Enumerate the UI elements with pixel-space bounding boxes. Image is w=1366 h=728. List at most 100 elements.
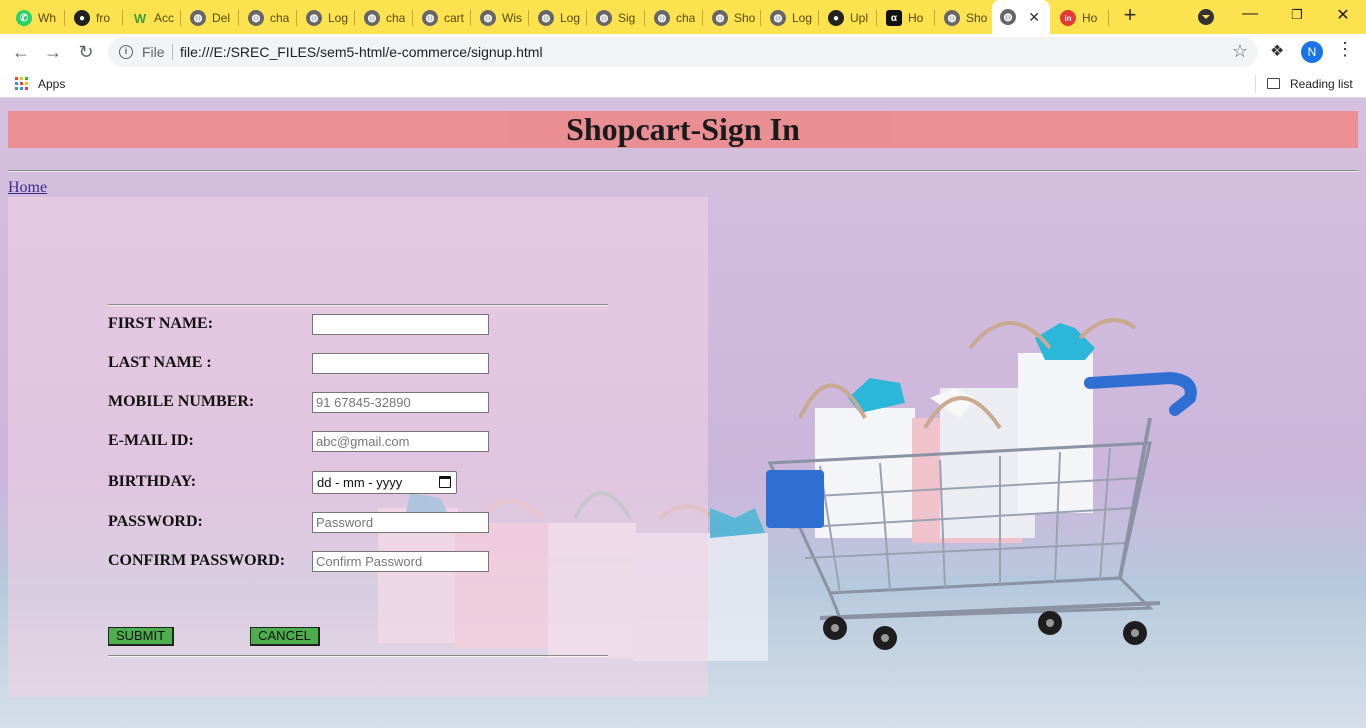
info-icon[interactable]: i [119,45,133,59]
tab-strip: ✆ Wh ● fro W Acc ◍ Del ◍ cha ◍ Log ◍ cha ◍ cart … [0,0,1366,34]
tab-8[interactable]: ◍ Wis [472,6,529,30]
tab-15[interactable]: α Ho [878,6,935,30]
email-row: E-MAIL ID: [108,430,489,452]
tab-label: Log [328,11,349,25]
tab-label: Acc [154,11,175,25]
globe-icon: ◍ [654,10,670,26]
tab-search-icon[interactable] [1198,9,1214,25]
password-row: PASSWORD: [108,511,489,533]
globe-icon: ◍ [1000,9,1016,25]
page-title: Shopcart-Sign In [566,111,800,147]
tab-label: Sig [618,11,636,25]
close-tab-icon[interactable]: ✕ [1028,9,1040,26]
password-input[interactable] [312,511,489,533]
tab-10[interactable]: ◍ Sig [588,6,645,30]
last-name-input[interactable] [312,352,489,374]
reading-list-icon[interactable] [1267,78,1280,89]
back-icon[interactable]: ← [9,40,33,64]
tab-0[interactable]: ✆ Wh [8,6,65,30]
last-name-row: LAST NAME : [108,352,489,374]
page-viewport: Shopcart-Sign In Home FIRST NAME: LAST N… [0,98,1366,728]
first-name-label: FIRST NAME: [108,315,214,332]
globe-icon: ◍ [364,10,380,26]
address-bar[interactable]: i File file:///E:/SREC_FILES/sem5-html/e… [108,37,1258,67]
first-name-input[interactable] [312,313,489,335]
confirm-password-input[interactable] [312,550,489,572]
restore-icon[interactable]: ❐ [1285,7,1309,23]
tab-active[interactable]: ◍ ✕ [992,0,1050,34]
tab-7[interactable]: ◍ cart [414,6,471,30]
tab-label: Ho [908,11,924,25]
birthday-date-input[interactable]: dd - mm - yyyy [312,470,457,494]
calendar-icon[interactable] [439,475,451,488]
globe-icon: ◍ [306,10,322,26]
tab-label: Log [792,11,813,25]
mobile-number-row: MOBILE NUMBER: [108,391,489,413]
tab-label: Sho [734,11,756,25]
cancel-button[interactable]: CANCEL [250,627,320,646]
alpha-icon: α [886,10,902,26]
tab-1[interactable]: ● fro [66,6,123,30]
tab-6[interactable]: ◍ cha [356,6,413,30]
apps-grid-icon[interactable] [15,77,28,90]
tab-16[interactable]: ◍ Sho [936,6,993,30]
globe-icon: ◍ [248,10,264,26]
w-logo-icon: W [133,10,147,26]
last-name-label: LAST NAME : [108,354,212,371]
url-text[interactable]: file:///E:/SREC_FILES/sem5-html/e-commer… [180,44,543,60]
reading-list-button[interactable]: Reading list [1290,77,1353,91]
tab-label: Del [212,11,231,25]
globe-icon: ◍ [712,10,728,26]
tab-18[interactable]: in Ho [1052,6,1109,30]
reload-icon[interactable]: ↻ [74,40,98,64]
tab-label: Log [560,11,581,25]
submit-button[interactable]: SUBMIT [108,627,174,646]
birthday-row: BIRTHDAY: dd - mm - yyyy [108,470,457,494]
forward-icon[interactable]: → [41,40,65,64]
tab-5[interactable]: ◍ Log [298,6,355,30]
tab-label: Wh [38,11,56,25]
confirm-password-label: CONFIRM PASSWORD: [108,552,286,569]
mobile-number-input[interactable] [312,391,489,413]
header-divider [8,170,1358,172]
email-label: E-MAIL ID: [108,432,194,449]
whatsapp-icon: ✆ [16,10,32,26]
github-icon: ● [74,10,90,26]
browser-toolbar: ← → ↻ i File file:///E:/SREC_FILES/sem5-… [0,34,1366,70]
extensions-puzzle-icon[interactable]: ❖ [1270,41,1284,61]
apps-bookmark[interactable]: Apps [38,77,65,91]
in-icon: in [1060,10,1076,26]
kebab-menu-icon[interactable]: ⋮ [1336,39,1354,60]
mobile-number-label: MOBILE NUMBER: [108,393,255,410]
bookmark-star-icon[interactable]: ☆ [1232,41,1248,62]
tab-14[interactable]: ● Upl [820,6,877,30]
profile-avatar[interactable]: N [1301,41,1323,63]
bookmarks-bar: Apps Reading list [0,70,1366,98]
url-scheme-label: File [142,44,165,60]
globe-icon: ◍ [770,10,786,26]
tab-label: cha [270,11,290,25]
page-header: Shopcart-Sign In [8,111,1358,148]
tab-9[interactable]: ◍ Log [530,6,587,30]
email-input[interactable] [312,430,489,452]
bookmarks-separator [1255,75,1256,93]
new-tab-button[interactable]: + [1118,4,1142,28]
close-window-icon[interactable]: ✕ [1331,5,1355,25]
tab-11[interactable]: ◍ cha [646,6,703,30]
minimize-icon[interactable]: — [1238,5,1262,23]
tab-2[interactable]: W Acc [124,6,181,30]
form-bottom-divider [108,655,608,657]
tab-label: cha [676,11,696,25]
confirm-password-row: CONFIRM PASSWORD: [108,550,489,572]
globe-icon: ◍ [944,10,960,26]
home-link[interactable]: Home [8,179,47,197]
tab-12[interactable]: ◍ Sho [704,6,761,30]
tab-3[interactable]: ◍ Del [182,6,239,30]
globe-icon: ◍ [596,10,612,26]
date-placeholder: dd - mm - yyyy [317,474,403,490]
tab-13[interactable]: ◍ Log [762,6,819,30]
form-top-divider [108,304,608,306]
tab-label: cart [444,11,465,25]
address-separator [172,44,173,60]
tab-4[interactable]: ◍ cha [240,6,297,30]
